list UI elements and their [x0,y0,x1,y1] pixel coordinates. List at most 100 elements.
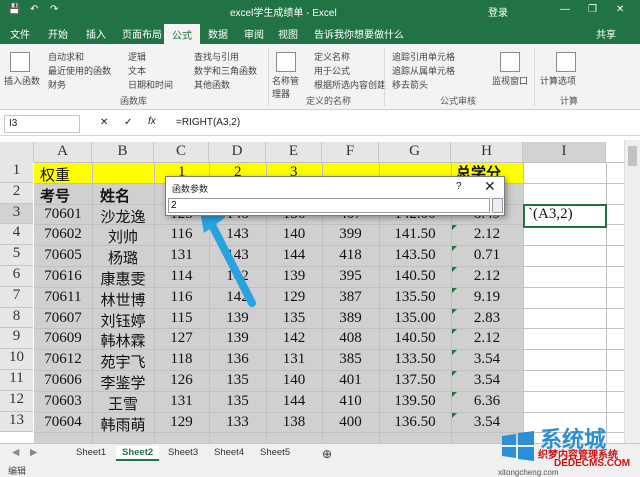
cell-h8[interactable]: 2.83 [451,310,523,327]
sheet-tab-3[interactable]: Sheet3 [162,446,204,459]
restore-button[interactable]: ❐ [588,4,597,15]
row-header-10[interactable]: 10 [0,349,33,370]
cell-a3[interactable]: 70601 [34,206,92,223]
cell-f12[interactable]: 410 [322,393,379,410]
cell-b12[interactable]: 王雪 [92,393,154,414]
cell-g12[interactable]: 139.50 [379,393,451,410]
cell-a7[interactable]: 70611 [34,289,92,306]
cell-a11[interactable]: 70606 [34,372,92,389]
cell-b9[interactable]: 韩林霖 [92,330,154,351]
other-functions-button[interactable]: 其他函数 [194,78,230,91]
sheet-tab-4[interactable]: Sheet4 [208,446,250,459]
recent-functions-button[interactable]: 最近使用的函数 [48,64,111,77]
cell-b5[interactable]: 杨璐 [92,247,154,268]
cell-d12[interactable]: 135 [209,393,266,410]
cell-g5[interactable]: 143.50 [379,247,451,264]
cell-g13[interactable]: 136.50 [379,414,451,431]
error-indicator-icon[interactable] [452,267,457,272]
cell-a10[interactable]: 70612 [34,351,92,368]
cell-g11[interactable]: 137.50 [379,372,451,389]
autosum-button[interactable]: 自动求和 [48,50,84,63]
sheet-prev-icon[interactable]: ◀ [6,446,25,459]
cell-h4[interactable]: 2.12 [451,226,523,243]
column-header-f[interactable]: F [322,142,379,162]
cell-b6[interactable]: 康惠雯 [92,268,154,289]
cell-f4[interactable]: 399 [322,226,379,243]
cell-h10[interactable]: 3.54 [451,351,523,368]
error-indicator-icon[interactable] [452,329,457,335]
tab-insert[interactable]: 插入 [86,26,106,41]
column-header-h[interactable]: H [451,142,523,162]
error-indicator-icon[interactable] [452,350,457,356]
tab-formulas[interactable]: 公式 [164,24,200,44]
trace-dependents-button[interactable]: 追踪从属单元格 [392,64,455,77]
column-header-c[interactable]: C [154,142,209,162]
column-header-g[interactable]: G [379,142,451,162]
cell-a5[interactable]: 70605 [34,247,92,264]
cell-g6[interactable]: 140.50 [379,268,451,285]
add-sheet-icon[interactable]: ⊕ [316,446,338,462]
row-header-12[interactable]: 12 [0,390,33,412]
cell-b4[interactable]: 刘帅 [92,226,154,247]
row-header-9[interactable]: 9 [0,328,33,350]
error-indicator-icon[interactable] [452,308,457,314]
cell-a9[interactable]: 70609 [34,330,92,347]
cell-e5[interactable]: 144 [266,247,322,264]
share-button[interactable]: 共享 [596,26,616,41]
cell-b8[interactable]: 刘钰婷 [92,310,154,331]
row-header-2[interactable]: 2 [0,182,33,204]
cell-a8[interactable]: 70607 [34,310,92,327]
error-indicator-icon[interactable] [452,412,457,418]
cell-g4[interactable]: 141.50 [379,226,451,243]
login-link[interactable]: 登录 [488,4,508,19]
tab-data[interactable]: 数据 [208,26,228,41]
cell-h7[interactable]: 9.19 [451,289,523,306]
insert-function-button[interactable]: 插入函数 [4,74,40,87]
cell-b10[interactable]: 苑宇飞 [92,351,154,372]
minimize-button[interactable]: — [560,4,570,15]
cell-f5[interactable]: 418 [322,247,379,264]
cell-b2[interactable]: 姓名 [100,185,130,206]
cell-i3[interactable]: `(A3,2) [528,206,573,223]
error-indicator-icon[interactable] [452,391,457,397]
text-button[interactable]: 文本 [128,64,146,77]
define-name-button[interactable]: 定义名称 [314,50,350,63]
cell-f9[interactable]: 408 [322,330,379,347]
tab-review[interactable]: 审阅 [244,26,264,41]
error-indicator-icon[interactable] [452,246,457,252]
cell-a12[interactable]: 70603 [34,393,92,410]
cancel-icon[interactable]: ✕ [100,117,108,128]
cell-c11[interactable]: 126 [154,372,209,389]
cell-b3[interactable]: 沙龙逸 [92,206,154,227]
tell-me-search[interactable]: 告诉我你想要做什么 [314,26,404,41]
financial-button[interactable]: 财务 [48,78,66,91]
cell-c12[interactable]: 131 [154,393,209,410]
trace-precedents-button[interactable]: 追踪引用单元格 [392,50,455,63]
sheet-tab-1[interactable]: Sheet1 [70,446,112,459]
cell-e13[interactable]: 138 [266,414,322,431]
cell-a1[interactable]: 权重 [40,164,70,185]
redo-icon[interactable]: ↷ [50,4,58,15]
error-indicator-icon[interactable] [452,371,457,376]
remove-arrows-button[interactable]: 移去箭头 [392,78,428,91]
row-header-11[interactable]: 11 [0,370,33,391]
argument-input[interactable] [168,198,490,213]
name-manager-button[interactable]: 名称管理器 [272,74,302,100]
cell-e4[interactable]: 140 [266,226,322,243]
close-button[interactable]: ✕ [616,4,624,15]
tab-view[interactable]: 视图 [278,26,298,41]
cell-e8[interactable]: 135 [266,310,322,327]
cell-d9[interactable]: 139 [209,330,266,347]
tab-file[interactable]: 文件 [10,26,30,41]
cell-f13[interactable]: 400 [322,414,379,431]
cell-g7[interactable]: 135.50 [379,289,451,306]
select-all-corner[interactable] [0,142,34,162]
column-header-d[interactable]: D [209,142,266,162]
cell-d13[interactable]: 133 [209,414,266,431]
cell-h6[interactable]: 2.12 [451,268,523,285]
enter-icon[interactable]: ✓ [124,117,132,128]
cell-c9[interactable]: 127 [154,330,209,347]
cell-f7[interactable]: 387 [322,289,379,306]
lookup-button[interactable]: 查找与引用 [194,50,239,63]
error-indicator-icon[interactable] [452,225,457,231]
